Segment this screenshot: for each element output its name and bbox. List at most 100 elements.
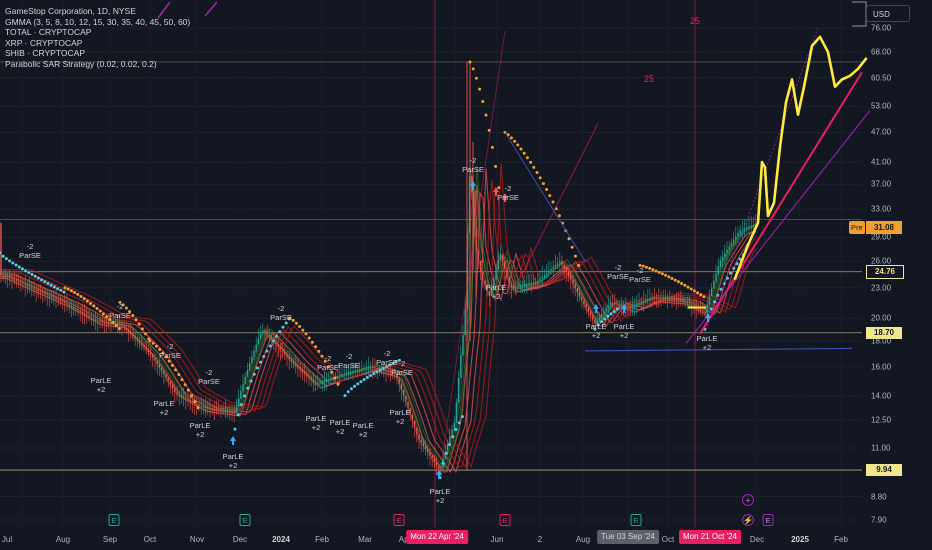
earnings-marker[interactable]: E [499, 514, 511, 526]
price-tick: 11.00 [871, 443, 891, 453]
sar-dot [676, 280, 680, 284]
time-tick: Aug [55, 535, 71, 544]
candle-body [655, 297, 658, 299]
sar-dot [59, 288, 63, 292]
candle-body [585, 304, 587, 308]
candle-body [79, 310, 81, 312]
candle-body [75, 308, 77, 310]
sar-dot [49, 283, 53, 287]
candle-body [649, 297, 651, 299]
sar-dot [89, 301, 93, 305]
candle-body [400, 384, 403, 390]
parle-signal-label: ParLE [305, 414, 327, 423]
price-tick: 12.50 [871, 415, 892, 425]
sar-dot [92, 304, 96, 308]
sar-dot [11, 261, 15, 265]
earnings-marker[interactable]: E [239, 514, 251, 526]
currency-selector[interactable]: USD [866, 5, 910, 22]
candle-body [42, 292, 44, 294]
bar-count-label: 25 [690, 16, 701, 26]
candle-body [737, 232, 739, 237]
legend-line: GMMA (3, 5, 8, 10, 12, 15, 30, 35, 40, 4… [5, 16, 191, 27]
candle-body [94, 319, 97, 321]
candle-body [435, 462, 438, 466]
sar-dot [291, 318, 295, 322]
candle-body [15, 280, 18, 282]
candle-body [26, 285, 29, 287]
parle-signal-label: ParLE [485, 283, 507, 292]
candle-body [189, 399, 191, 402]
time-tick: Feb [315, 535, 329, 544]
candle-body [70, 305, 73, 307]
candle-body [365, 367, 367, 369]
signal-count: -2 [324, 354, 332, 363]
sar-dot [538, 176, 542, 180]
candle-body [145, 347, 147, 350]
earnings-marker[interactable]: E [393, 514, 405, 526]
earnings-marker[interactable]: E [630, 514, 642, 526]
plus-circle-icon[interactable]: + [742, 494, 754, 506]
parse-signal-label: ParSE [317, 363, 339, 372]
sar-dot [381, 366, 385, 370]
sar-dot [541, 182, 545, 186]
time-tick: Aug [575, 535, 591, 544]
signal-arrow [230, 436, 236, 445]
sar-dot [603, 317, 607, 321]
candle-body [209, 407, 211, 409]
candle-body [482, 271, 484, 281]
candle-body [134, 336, 136, 339]
price-tick: 41.00 [871, 157, 892, 167]
candle-body [306, 373, 308, 376]
sar-dot [365, 376, 369, 380]
sar-dot [612, 310, 616, 314]
candle-body [721, 256, 724, 261]
earnings-marker[interactable]: E [762, 514, 774, 526]
sar-dot [644, 265, 648, 269]
candle-body [587, 307, 590, 312]
sar-dot [174, 368, 178, 372]
sar-dot [62, 290, 66, 294]
candle-body [732, 239, 735, 243]
sar-dot [369, 374, 373, 378]
candle-body [132, 333, 134, 337]
candle-body [644, 299, 647, 301]
candle-body [240, 391, 242, 399]
candle-body [204, 407, 207, 409]
candle-body [671, 298, 673, 300]
signal-count: +2 [96, 385, 106, 394]
candle-body [224, 410, 227, 411]
candle-body [565, 268, 568, 273]
sar-dot [236, 413, 240, 417]
sar-dot [353, 384, 357, 388]
sar-dot [680, 282, 684, 286]
candle-body [526, 284, 528, 286]
sar-dot [692, 289, 696, 293]
candle-body [90, 316, 92, 319]
chart-panel[interactable] [0, 0, 932, 550]
price-tick: 7.90 [871, 515, 887, 525]
sar-dot [686, 285, 690, 289]
sar-dot [314, 345, 318, 349]
price-chart[interactable] [0, 0, 932, 550]
sar-dot [307, 336, 311, 340]
candle-body [541, 276, 543, 279]
sar-dot [262, 354, 266, 358]
sar-dot [281, 325, 285, 329]
candle-body [299, 367, 301, 370]
candle-body [9, 277, 11, 279]
candle-body [11, 278, 13, 280]
candle-body [336, 375, 339, 377]
candle-body [103, 321, 106, 323]
signal-count: -2 [205, 368, 213, 377]
lightning-icon[interactable]: ⚡ [742, 514, 754, 526]
candle-body [284, 351, 286, 354]
sar-dot [8, 259, 12, 263]
candle-body [108, 321, 110, 323]
candle-body [77, 309, 79, 311]
sar-dot [356, 382, 360, 386]
candle-body [603, 310, 605, 315]
sar-dot [167, 359, 171, 363]
candle-body [352, 371, 354, 373]
candle-body [105, 321, 108, 323]
earnings-marker[interactable]: E [108, 514, 120, 526]
